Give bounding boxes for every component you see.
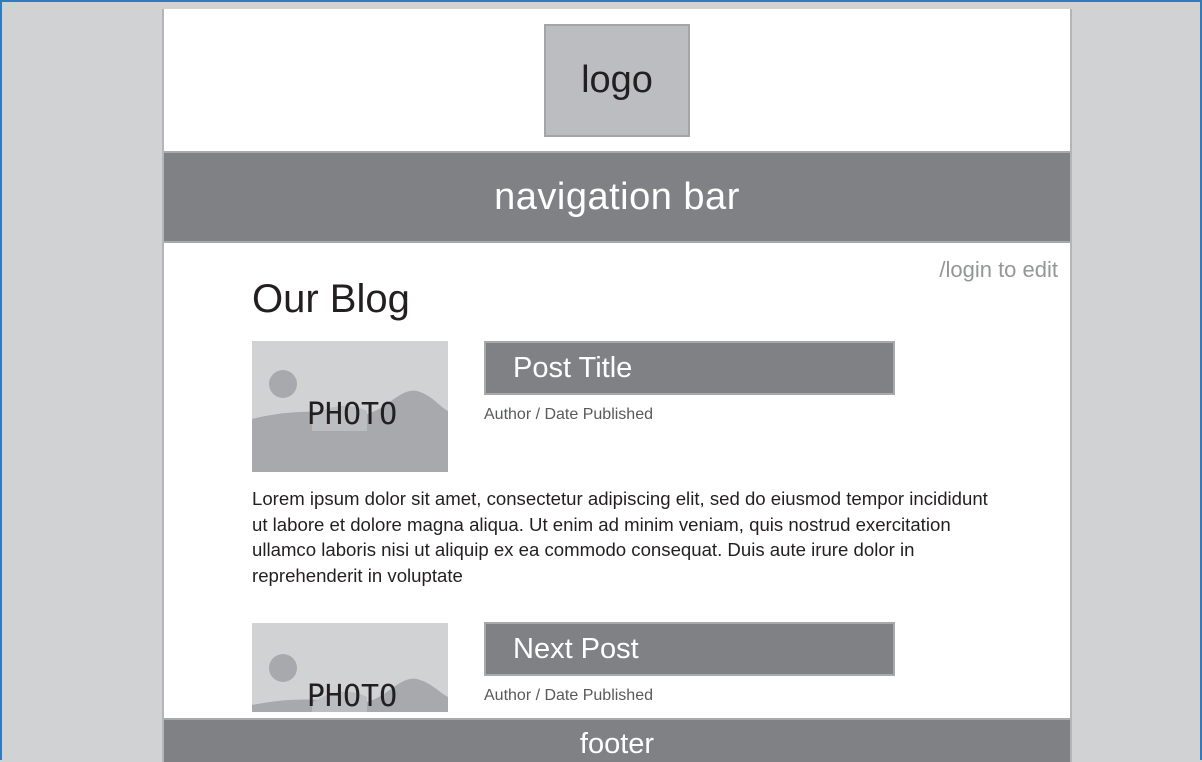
post-meta: Author / Date Published <box>484 406 653 423</box>
photo-label: PHOTO <box>307 679 397 712</box>
navigation-bar[interactable]: navigation bar <box>164 151 1070 243</box>
login-to-edit-link[interactable]: /login to edit <box>939 257 1058 283</box>
post-title-label: Next Post <box>513 632 639 665</box>
post-photo-placeholder[interactable]: PHOTO <box>252 341 448 472</box>
footer-label: footer <box>579 727 655 760</box>
footer: footer <box>164 718 1070 762</box>
post-photo-placeholder[interactable]: PHOTO <box>252 623 448 712</box>
photo-label: PHOTO <box>307 397 397 432</box>
wireframe-canvas: logo navigation bar /login to edit Our B… <box>0 0 1202 762</box>
navigation-bar-label: navigation bar <box>494 175 740 218</box>
post-meta: Author / Date Published <box>484 687 653 704</box>
logo-placeholder[interactable]: logo <box>544 24 690 137</box>
post-excerpt: Lorem ipsum dolor sit amet, consectetur … <box>252 488 988 586</box>
next-post-title-link[interactable]: Next Post <box>484 622 895 676</box>
post-title-link[interactable]: Post Title <box>484 341 895 395</box>
photo-placeholder-icon: PHOTO <box>252 623 448 712</box>
photo-placeholder-icon: PHOTO <box>252 341 448 472</box>
page-container: logo navigation bar /login to edit Our B… <box>162 9 1072 762</box>
post-title-label: Post Title <box>513 351 633 384</box>
logo-label: logo <box>581 59 653 101</box>
page-title: Our Blog <box>252 277 410 321</box>
